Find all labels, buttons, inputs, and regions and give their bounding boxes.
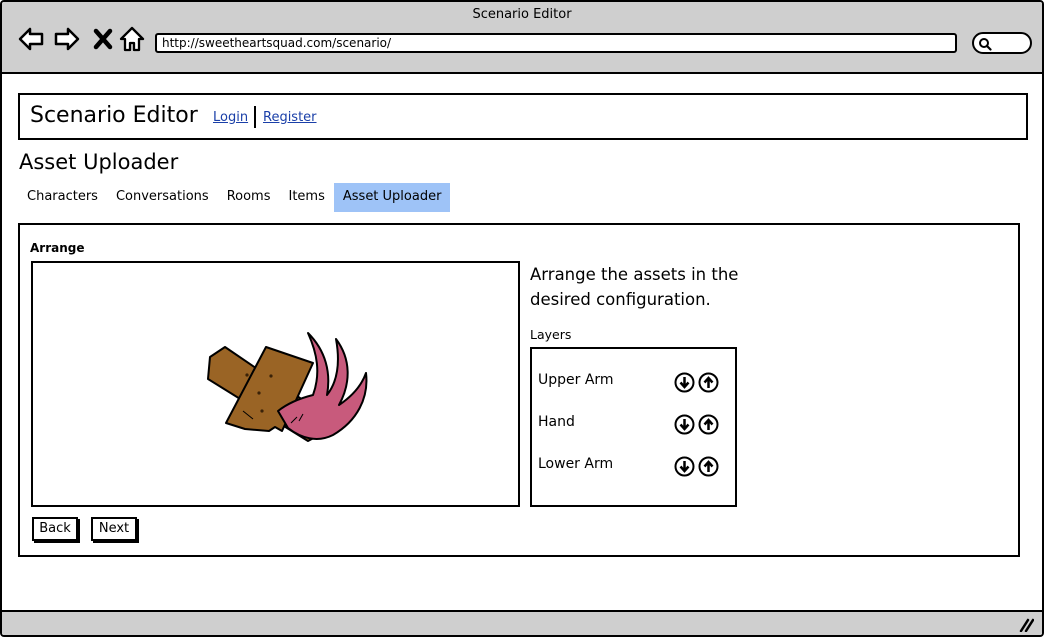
- layer-row-hand: Hand: [532, 411, 735, 439]
- next-button[interactable]: Next: [91, 517, 137, 541]
- tab-asset-uploader[interactable]: Asset Uploader: [333, 183, 451, 212]
- header-divider: [254, 106, 256, 128]
- back-button[interactable]: Back: [32, 517, 78, 541]
- page-title: Asset Uploader: [19, 150, 179, 174]
- status-bar: [2, 610, 1042, 635]
- tab-characters[interactable]: Characters: [18, 183, 107, 212]
- resize-grip-icon[interactable]: [1018, 618, 1034, 632]
- url-input[interactable]: http://sweetheartsquad.com/scenario/: [155, 33, 957, 53]
- move-up-icon[interactable]: [698, 414, 719, 435]
- move-down-icon[interactable]: [674, 414, 695, 435]
- tab-items[interactable]: Items: [280, 183, 334, 212]
- tab-rooms[interactable]: Rooms: [218, 183, 280, 212]
- register-link[interactable]: Register: [263, 110, 317, 125]
- browser-chrome: Scenario Editor http://sweetheartsquad.c…: [2, 2, 1042, 74]
- search-icon: [979, 38, 992, 51]
- layer-row-upper-arm: Upper Arm: [532, 369, 735, 397]
- layer-row-lower-arm: Lower Arm: [532, 453, 735, 481]
- move-down-icon[interactable]: [674, 372, 695, 393]
- login-link[interactable]: Login: [213, 110, 248, 125]
- arrange-label: Arrange: [30, 241, 85, 255]
- layer-name: Upper Arm: [538, 372, 614, 388]
- layers-label: Layers: [530, 327, 572, 342]
- search-field[interactable]: [972, 32, 1032, 54]
- tab-conversations[interactable]: Conversations: [107, 183, 218, 212]
- arm-asset-preview: [207, 332, 368, 442]
- arrange-panel: Arrange Arrange the assets in the desire…: [18, 223, 1020, 557]
- move-up-icon[interactable]: [698, 456, 719, 477]
- tab-bar: Characters Conversations Rooms Items Ass…: [18, 183, 451, 212]
- home-icon[interactable]: [117, 24, 147, 54]
- layers-list: Upper Arm Hand Lower Arm: [530, 347, 737, 507]
- instructions-text: Arrange the assets in the desired config…: [530, 265, 739, 309]
- layer-name: Hand: [538, 414, 575, 430]
- back-arrow-icon[interactable]: [16, 24, 46, 54]
- forward-arrow-icon[interactable]: [52, 24, 82, 54]
- move-up-icon[interactable]: [698, 372, 719, 393]
- close-x-icon[interactable]: [88, 24, 118, 54]
- browser-window: Scenario Editor http://sweetheartsquad.c…: [0, 0, 1044, 637]
- arrange-canvas[interactable]: [31, 261, 520, 507]
- window-title: Scenario Editor: [472, 7, 572, 22]
- move-down-icon[interactable]: [674, 456, 695, 477]
- site-header: Scenario Editor Login Register: [18, 93, 1028, 140]
- layer-name: Lower Arm: [538, 456, 614, 472]
- app-title: Scenario Editor: [30, 103, 198, 128]
